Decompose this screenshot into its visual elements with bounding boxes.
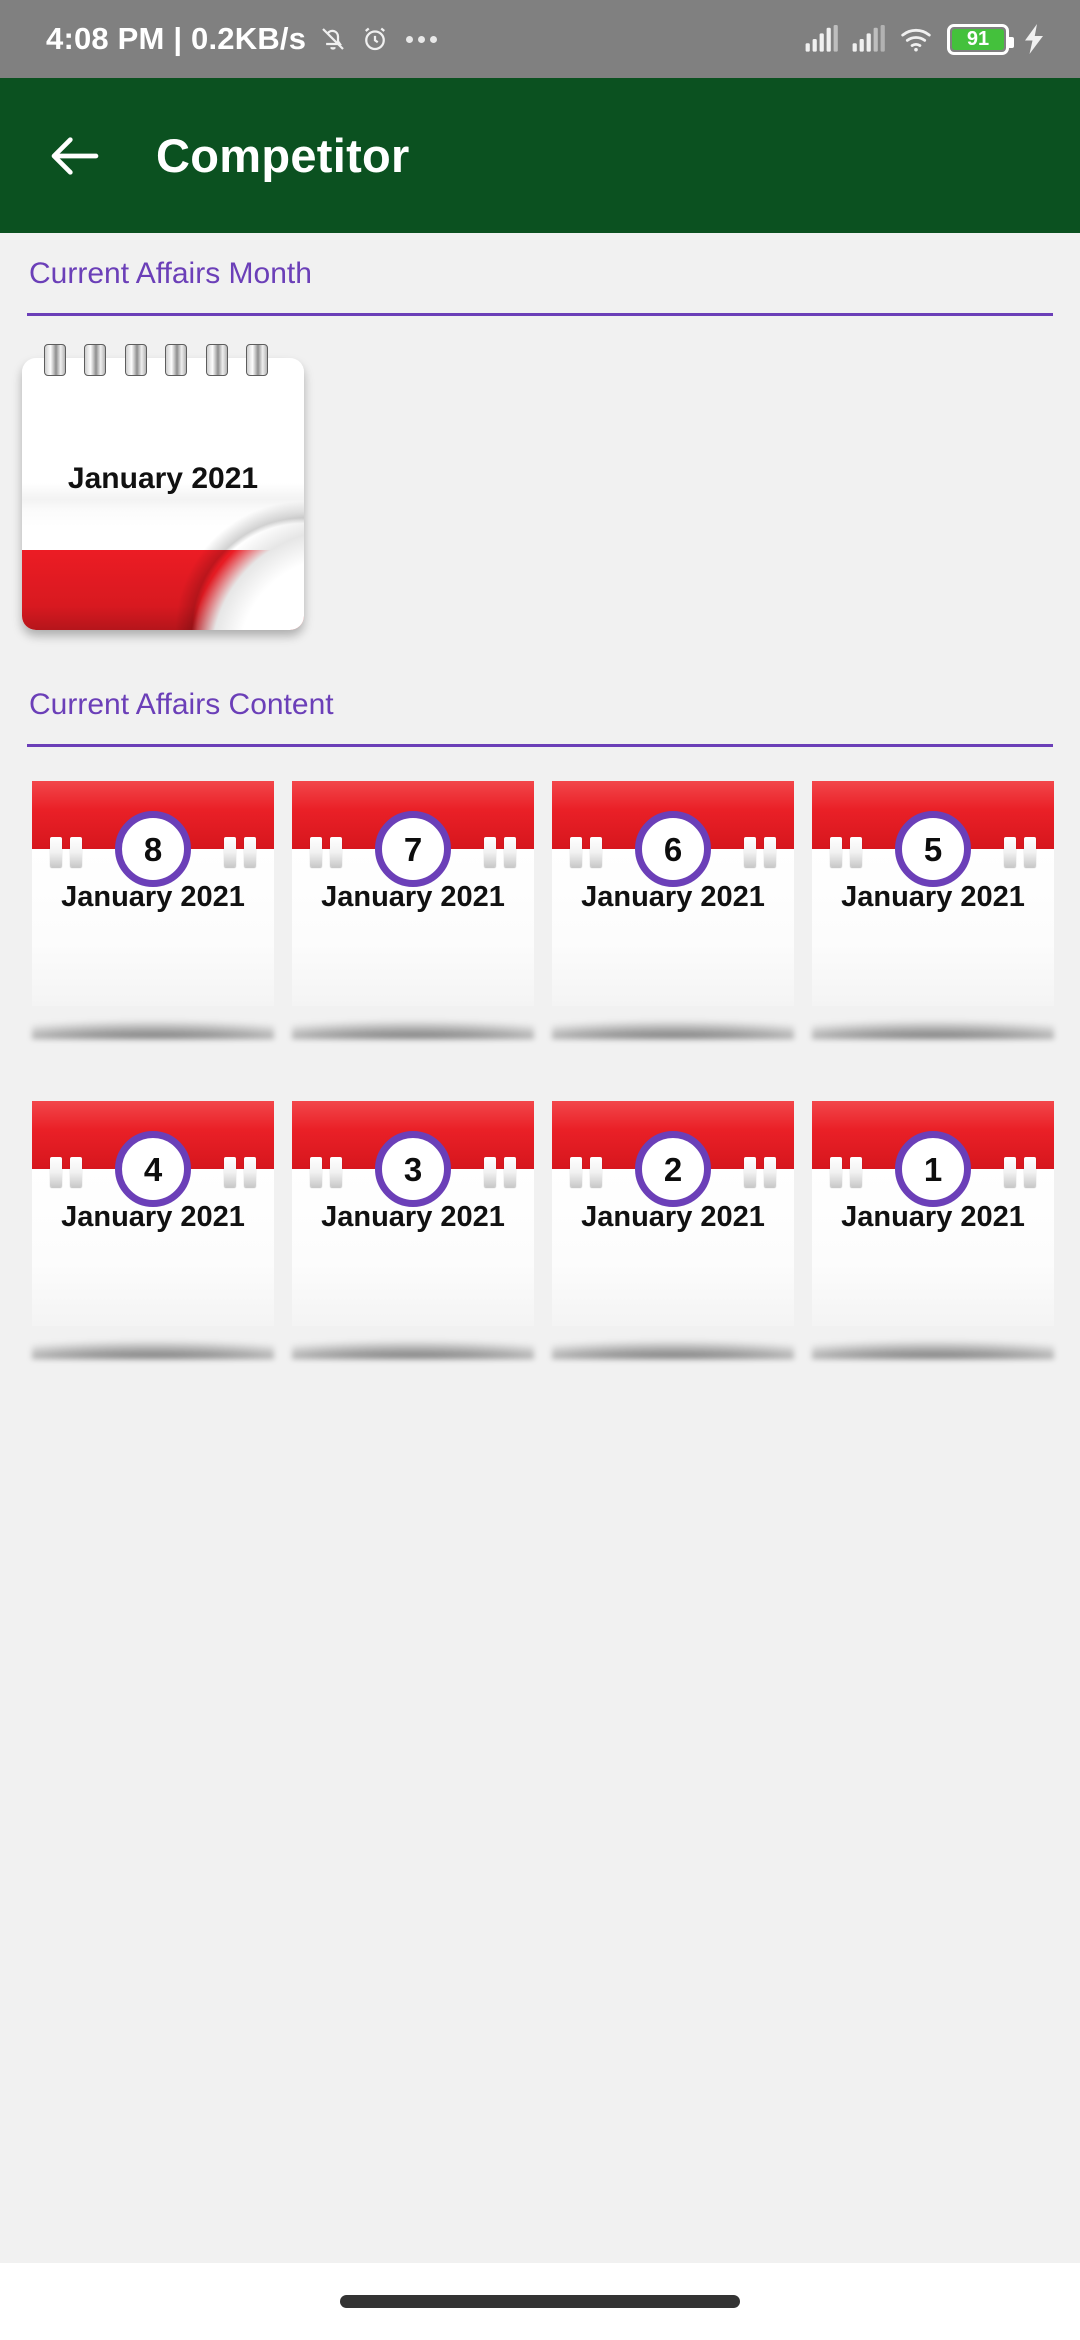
spiral-rings-icon bbox=[44, 344, 268, 378]
day-number-label: 3 bbox=[403, 1150, 423, 1188]
day-number-badge: 4 bbox=[115, 1131, 191, 1207]
day-card-body: 7 January 2021 bbox=[292, 781, 534, 1006]
day-card-shadow bbox=[292, 1005, 534, 1039]
month-calendar-paper: January 2021 bbox=[22, 358, 304, 630]
app-bar: Competitor bbox=[0, 78, 1080, 233]
day-card-body: 4 January 2021 bbox=[32, 1101, 274, 1326]
signal-1-icon bbox=[804, 25, 838, 53]
spiral-clip-left-icon bbox=[830, 837, 862, 867]
page-curl-icon bbox=[174, 500, 304, 630]
day-card-body: 8 January 2021 bbox=[32, 781, 274, 1006]
day-card-shadow bbox=[812, 1325, 1054, 1359]
spiral-clip-left-icon bbox=[50, 1157, 82, 1187]
day-number-badge: 7 bbox=[375, 811, 451, 887]
day-number-badge: 6 bbox=[635, 811, 711, 887]
content-area: Current Affairs Month January 2021 Curre… bbox=[0, 233, 1080, 2263]
section-title-content: Current Affairs Content bbox=[29, 688, 334, 721]
spiral-clip-right-icon bbox=[744, 837, 776, 867]
page-title: Competitor bbox=[156, 129, 410, 182]
overflow-dots-icon bbox=[406, 35, 438, 43]
day-number-label: 5 bbox=[923, 830, 943, 868]
alarm-clock-icon bbox=[360, 24, 390, 54]
day-number-label: 2 bbox=[663, 1150, 683, 1188]
day-number-badge: 1 bbox=[895, 1131, 971, 1207]
month-calendar-label: January 2021 bbox=[67, 462, 259, 495]
day-card-body: 2 January 2021 bbox=[552, 1101, 794, 1326]
day-card-shadow bbox=[812, 1005, 1054, 1039]
spiral-clip-left-icon bbox=[310, 1157, 342, 1187]
day-card[interactable]: 8 January 2021 bbox=[32, 781, 274, 1101]
spiral-clip-right-icon bbox=[224, 1157, 256, 1187]
spiral-clip-left-icon bbox=[50, 837, 82, 867]
day-card-shadow bbox=[552, 1005, 794, 1039]
status-time-network: 4:08 PM | 0.2KB/s bbox=[46, 21, 307, 56]
status-bar: 4:08 PM | 0.2KB/s 91 bbox=[0, 0, 1080, 78]
day-number-badge: 8 bbox=[115, 811, 191, 887]
day-card-shadow bbox=[292, 1325, 534, 1359]
spiral-clip-left-icon bbox=[570, 837, 602, 867]
day-card-grid: 8 January 2021 7 January 2021 6 January 2021 5… bbox=[0, 747, 1080, 1421]
day-number-badge: 3 bbox=[375, 1131, 451, 1207]
back-button[interactable] bbox=[20, 101, 130, 211]
day-card-shadow bbox=[32, 1005, 274, 1039]
home-gesture-pill[interactable] bbox=[340, 2295, 740, 2308]
bell-mute-icon bbox=[318, 24, 348, 54]
day-card-body: 1 January 2021 bbox=[812, 1101, 1054, 1326]
spiral-clip-right-icon bbox=[224, 837, 256, 867]
status-bar-left: 4:08 PM | 0.2KB/s bbox=[46, 21, 438, 57]
day-card[interactable]: 1 January 2021 bbox=[812, 1101, 1054, 1421]
day-number-label: 6 bbox=[663, 830, 683, 868]
day-number-label: 8 bbox=[143, 830, 163, 868]
day-number-label: 7 bbox=[403, 830, 423, 868]
spiral-clip-right-icon bbox=[484, 837, 516, 867]
spiral-clip-left-icon bbox=[310, 837, 342, 867]
arrow-left-icon bbox=[51, 136, 99, 175]
month-card-row: January 2021 bbox=[0, 316, 1080, 632]
day-number-label: 1 bbox=[923, 1150, 943, 1188]
day-number-label: 4 bbox=[143, 1150, 163, 1188]
spiral-clip-right-icon bbox=[1004, 837, 1036, 867]
status-bar-right: 91 bbox=[804, 23, 1046, 55]
section-title-month: Current Affairs Month bbox=[29, 257, 312, 290]
day-card[interactable]: 5 January 2021 bbox=[812, 781, 1054, 1101]
spiral-clip-left-icon bbox=[830, 1157, 862, 1187]
day-number-badge: 2 bbox=[635, 1131, 711, 1207]
spiral-clip-right-icon bbox=[744, 1157, 776, 1187]
signal-2-icon bbox=[851, 25, 885, 53]
day-card[interactable]: 2 January 2021 bbox=[552, 1101, 794, 1421]
section-current-affairs-content: Current Affairs Content bbox=[27, 632, 1053, 747]
charging-bolt-icon bbox=[1022, 24, 1046, 54]
spiral-clip-left-icon bbox=[570, 1157, 602, 1187]
battery-icon: 91 bbox=[947, 23, 1014, 55]
day-card[interactable]: 7 January 2021 bbox=[292, 781, 534, 1101]
day-card-shadow bbox=[32, 1325, 274, 1359]
phone-screen: 4:08 PM | 0.2KB/s 91 Competitor Current … bbox=[0, 0, 1080, 2340]
spiral-clip-right-icon bbox=[484, 1157, 516, 1187]
day-card[interactable]: 3 January 2021 bbox=[292, 1101, 534, 1421]
section-current-affairs-month: Current Affairs Month bbox=[27, 233, 1053, 316]
day-card-shadow bbox=[552, 1325, 794, 1359]
day-card-body: 5 January 2021 bbox=[812, 781, 1054, 1006]
spiral-clip-right-icon bbox=[1004, 1157, 1036, 1187]
battery-level-label: 91 bbox=[952, 28, 1004, 50]
day-card[interactable]: 6 January 2021 bbox=[552, 781, 794, 1101]
day-card-body: 6 January 2021 bbox=[552, 781, 794, 1006]
month-calendar-card[interactable]: January 2021 bbox=[14, 344, 304, 632]
day-number-badge: 5 bbox=[895, 811, 971, 887]
wifi-icon bbox=[898, 25, 934, 53]
system-navigation-bar bbox=[0, 2263, 1080, 2340]
day-card[interactable]: 4 January 2021 bbox=[32, 1101, 274, 1421]
day-card-body: 3 January 2021 bbox=[292, 1101, 534, 1326]
